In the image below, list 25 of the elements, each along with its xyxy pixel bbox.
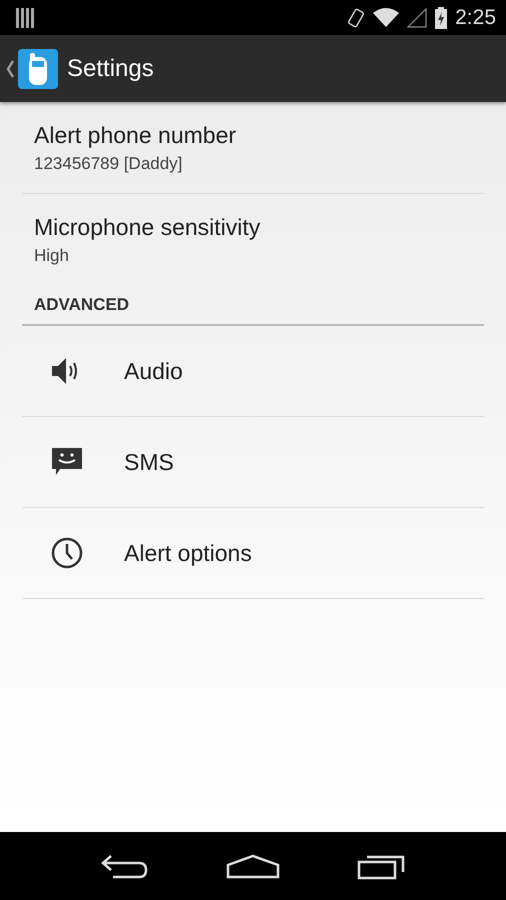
preference-item[interactable]: Alert options — [22, 508, 484, 599]
screen-title: Settings — [67, 54, 154, 82]
preference-item[interactable]: Audio — [22, 326, 484, 417]
preference-summary: 123456789 [Daddy] — [34, 154, 184, 174]
battery-icon — [435, 6, 448, 28]
chevron-left-icon — [6, 60, 14, 78]
home-button[interactable] — [226, 853, 280, 879]
clock-time: 2:25 — [455, 6, 496, 30]
wifi-icon — [373, 8, 400, 28]
home-icon — [226, 853, 280, 879]
preference-title: Audio — [124, 358, 183, 384]
vibrate-icon — [347, 6, 366, 28]
signal-icon — [407, 8, 428, 28]
preference-title: SMS — [124, 448, 174, 476]
preference-item[interactable]: Microphone sensitivity High — [22, 194, 484, 285]
preference-item[interactable]: SMS — [22, 417, 484, 508]
app-icon — [18, 48, 58, 88]
preference-title: Alert phone number — [34, 122, 238, 148]
preference-summary: High — [34, 246, 70, 266]
preference-title: Alert options — [124, 540, 252, 566]
notification-icon — [16, 8, 34, 28]
preference-item[interactable]: Alert phone number 123456789 [Daddy] — [22, 102, 484, 194]
preference-title: Microphone sensitivity — [34, 214, 262, 240]
section-header: ADVANCED — [22, 285, 484, 326]
clock-icon — [50, 536, 84, 570]
